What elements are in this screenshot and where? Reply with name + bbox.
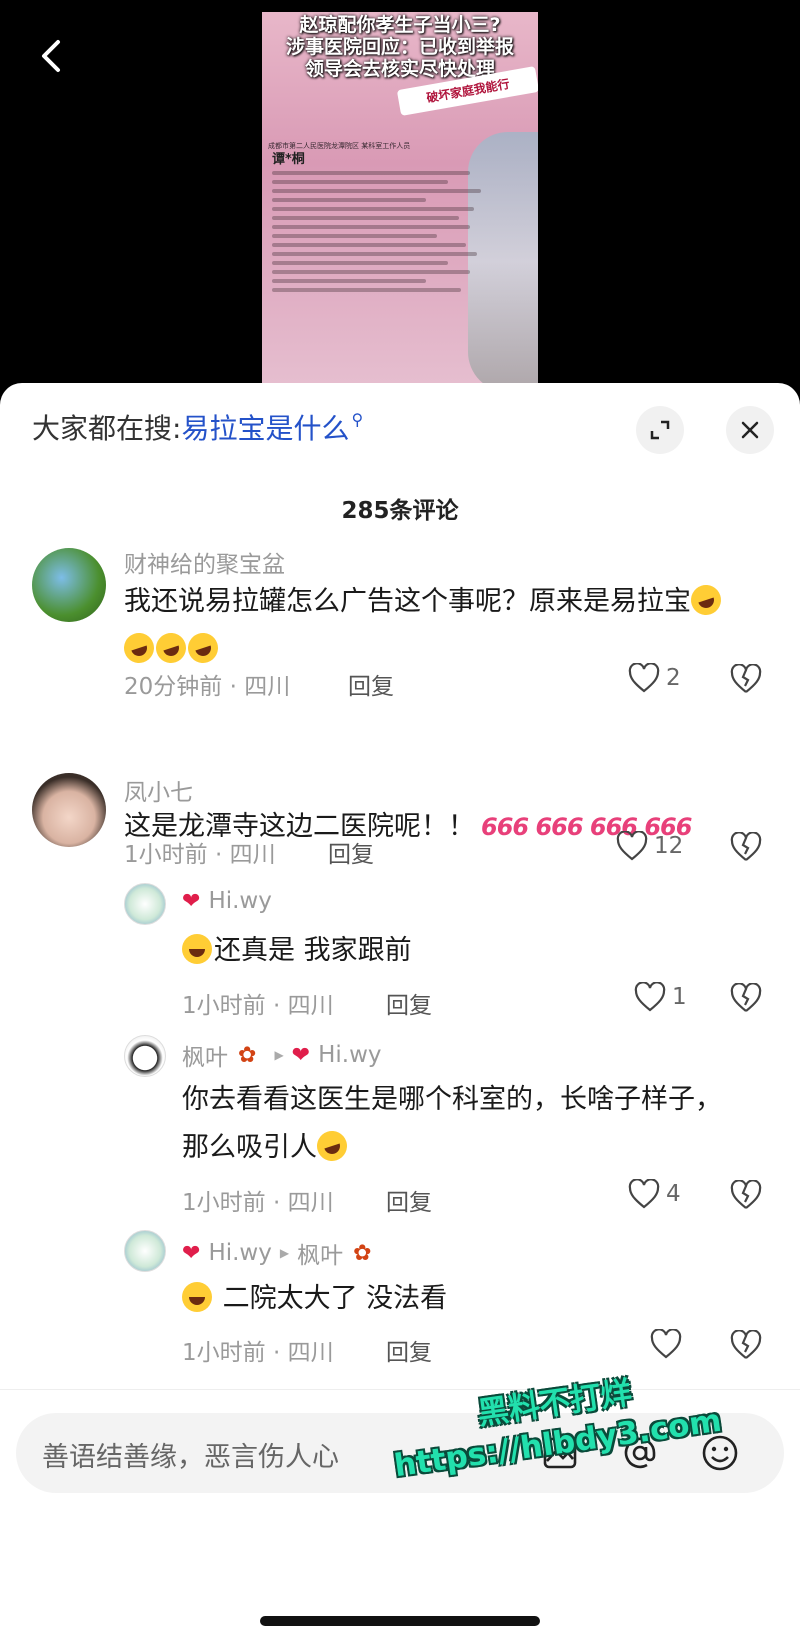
heart-icon xyxy=(628,663,660,693)
close-icon xyxy=(741,421,759,439)
broken-heart-icon xyxy=(730,1179,762,1209)
avatar[interactable] xyxy=(32,773,106,847)
reply-button[interactable]: 回复 xyxy=(386,1183,432,1217)
reply-text: 还真是 我家跟前 xyxy=(182,927,742,975)
heart-icon xyxy=(628,1179,660,1209)
doc-header: 成都市第二人民医院龙潭院区 某科室工作人员 xyxy=(268,142,411,150)
comment-username[interactable]: 财神给的聚宝盆 xyxy=(124,545,285,579)
like-count: 4 xyxy=(666,1181,681,1207)
heart-icon xyxy=(616,831,648,861)
like-button[interactable] xyxy=(650,1329,688,1359)
kiss-icon: ❤ xyxy=(291,1042,311,1068)
comment-count: 285条评论 xyxy=(341,498,459,524)
broken-heart-icon xyxy=(730,982,762,1012)
broken-heart-icon xyxy=(730,1329,762,1359)
heart-icon xyxy=(650,1329,682,1359)
laughing-emoji-icon xyxy=(184,629,222,667)
laughing-emoji-icon xyxy=(120,629,158,667)
reply-meta: 1小时前 · 四川 xyxy=(182,993,334,1019)
laughing-emoji-icon xyxy=(313,1127,351,1165)
reply-username[interactable]: ❤ Hi.wy xyxy=(182,888,272,914)
broken-heart-icon xyxy=(730,831,762,861)
like-button[interactable]: 4 xyxy=(628,1179,681,1209)
close-button[interactable] xyxy=(726,406,774,454)
like-count: 12 xyxy=(654,833,684,859)
dislike-button[interactable] xyxy=(730,1179,762,1214)
reply-text: 你去看看这医生是哪个科室的，长啥子样子，那么吸引人 xyxy=(182,1084,722,1165)
crying-laughing-emoji-icon xyxy=(182,934,212,964)
home-indicator xyxy=(260,1616,540,1626)
avatar[interactable] xyxy=(32,548,106,622)
reply-button[interactable]: 回复 xyxy=(328,835,374,869)
dislike-button[interactable] xyxy=(730,663,762,698)
heart-icon xyxy=(634,982,666,1012)
maple-leaf-icon: ✿ xyxy=(238,1042,257,1068)
video-thumbnail[interactable]: 赵琼配你孝生子当小三? 涉事医院回应：已收到举报 领导会去核实尽快处理 破坏家庭… xyxy=(262,12,538,390)
laughing-emoji-icon xyxy=(152,629,190,667)
comment-meta: 1小时前 · 四川 xyxy=(124,842,276,868)
search-prefix: 大家都在搜: xyxy=(32,412,182,445)
reply-button[interactable]: 回复 xyxy=(386,986,432,1020)
back-button[interactable] xyxy=(32,36,72,76)
reply-username[interactable]: 枫叶 ✿ ▶ ❤ Hi.wy xyxy=(182,1038,382,1072)
avatar[interactable] xyxy=(124,1035,166,1077)
reply-username[interactable]: ❤ Hi.wy ▶ 枫叶 ✿ xyxy=(182,1236,382,1270)
video-headline: 赵琼配你孝生子当小三? 涉事医院回应：已收到举报 领导会去核实尽快处理 xyxy=(285,14,514,80)
like-button[interactable]: 12 xyxy=(616,831,683,861)
like-count: 1 xyxy=(672,984,687,1010)
expand-button[interactable] xyxy=(636,406,684,454)
avatar[interactable] xyxy=(124,883,166,925)
comment-sheet: 大家都在搜: 易拉宝是什么 ⚲ 285条评论 财神给的聚宝盆 我还说易拉罐怎么广… xyxy=(0,383,800,1648)
avatar[interactable] xyxy=(124,1230,166,1272)
kiss-icon: ❤ xyxy=(182,888,201,914)
dislike-button[interactable] xyxy=(730,1329,762,1364)
kiss-icon: ❤ xyxy=(182,1240,201,1266)
trending-search[interactable]: 大家都在搜: 易拉宝是什么 ⚲ xyxy=(32,407,363,447)
like-button[interactable]: 2 xyxy=(628,663,681,693)
comment-meta: 20分钟前 · 四川 xyxy=(124,674,291,700)
crying-laughing-emoji-icon xyxy=(182,1282,212,1312)
expand-icon xyxy=(650,420,670,440)
comment-username[interactable]: 凤小七 xyxy=(124,773,193,807)
comment-text: 我还说易拉罐怎么广告这个事呢？原来是易拉宝 xyxy=(120,578,744,674)
video-area: 赵琼配你孝生子当小三? 涉事医院回应：已收到举报 领导会去核实尽快处理 破坏家庭… xyxy=(0,0,800,390)
chevron-left-icon xyxy=(42,40,60,72)
broken-heart-icon xyxy=(730,663,762,693)
dislike-button[interactable] xyxy=(730,982,762,1017)
like-count: 2 xyxy=(666,665,681,691)
video-document: 成都市第二人民医院龙潭院区 某科室工作人员 谭*桐 xyxy=(268,140,488,297)
maple-leaf-icon: ✿ xyxy=(353,1240,372,1266)
reply-to-arrow-icon: ▶ xyxy=(279,1246,290,1260)
reply-to-arrow-icon: ▶ xyxy=(274,1048,284,1062)
search-term-link[interactable]: 易拉宝是什么 xyxy=(181,407,349,447)
reply-button[interactable]: 回复 xyxy=(386,1333,432,1367)
dislike-button[interactable] xyxy=(730,831,762,866)
like-button[interactable]: 1 xyxy=(634,982,687,1012)
search-icon: ⚲ xyxy=(351,409,364,429)
reply-text: 二院太大了 没法看 xyxy=(182,1275,742,1323)
comment-input-placeholder: 善语结善缘，恶言伤人心 xyxy=(42,1442,339,1473)
reply-meta: 1小时前 · 四川 xyxy=(182,1190,334,1216)
reply-meta: 1小时前 · 四川 xyxy=(182,1340,334,1366)
laughing-emoji-icon xyxy=(687,581,725,619)
reply-button[interactable]: 回复 xyxy=(348,667,394,701)
doc-name: 谭*桐 xyxy=(272,152,305,167)
